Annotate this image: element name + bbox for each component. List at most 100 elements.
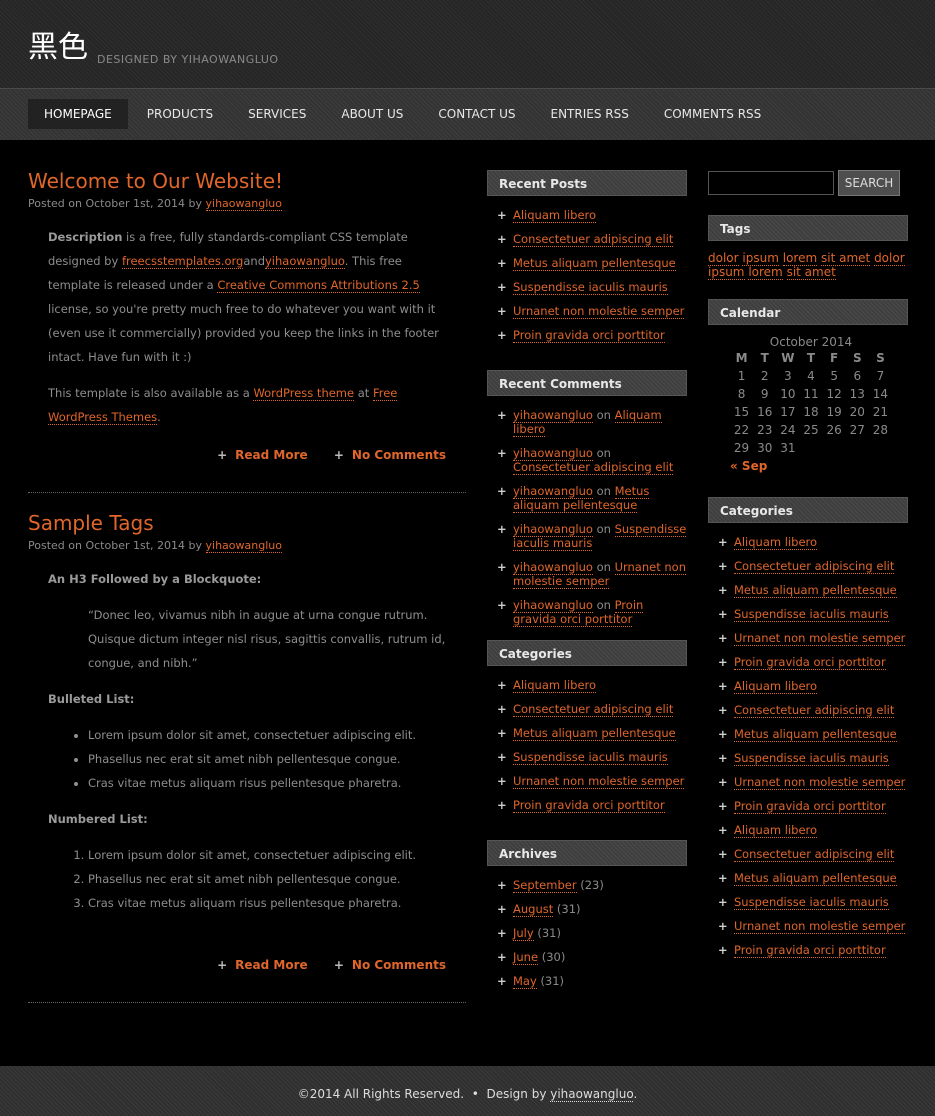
wordpress-theme-link[interactable]: WordPress theme bbox=[253, 386, 355, 401]
recent-post-link[interactable]: Aliquam libero bbox=[513, 208, 597, 223]
menu-item-services[interactable]: SERVICES bbox=[230, 99, 322, 129]
category-link[interactable]: Urnanet non molestie semper bbox=[734, 631, 906, 646]
calendar-day: 5 bbox=[830, 369, 838, 383]
category-link[interactable]: Urnanet non molestie semper bbox=[734, 919, 906, 934]
list-item: Lorem ipsum dolor sit amet, consectetuer… bbox=[88, 723, 446, 747]
tag-link[interactable]: ipsum bbox=[742, 251, 779, 266]
menu-item-contact-us[interactable]: CONTACT US bbox=[420, 99, 531, 129]
archive-link[interactable]: June bbox=[513, 950, 539, 965]
weekday-header: M bbox=[735, 351, 748, 365]
recent-post-link[interactable]: Urnanet non molestie semper bbox=[513, 304, 685, 319]
yihaowangluo-link[interactable]: yihaowangluo bbox=[265, 254, 345, 269]
categories-right-widget: Categories Aliquam libero Consectetuer a… bbox=[708, 497, 908, 967]
tag-link[interactable]: dolor bbox=[708, 251, 739, 266]
category-link[interactable]: Aliquam libero bbox=[734, 535, 818, 550]
comments-link[interactable]: No Comments bbox=[352, 958, 446, 972]
archive-link[interactable]: September bbox=[513, 878, 577, 893]
comment-author-link[interactable]: yihaowangluo bbox=[513, 408, 593, 423]
freecsstemplates-link[interactable]: freecsstemplates.org bbox=[121, 254, 244, 269]
category-link[interactable]: Metus aliquam pellentesque bbox=[734, 583, 897, 598]
menu-item-comments-rss[interactable]: COMMENTS RSS bbox=[646, 99, 777, 129]
post-title-link[interactable]: Sample Tags bbox=[28, 511, 154, 535]
search-input[interactable] bbox=[708, 171, 834, 195]
tag-link[interactable]: ipsum bbox=[708, 265, 745, 280]
category-link[interactable]: Aliquam libero bbox=[734, 823, 818, 838]
comment-post-link[interactable]: Consectetuer adipiscing elit bbox=[513, 460, 674, 475]
calendar-day bbox=[823, 439, 846, 457]
comment-author-link[interactable]: yihaowangluo bbox=[513, 446, 593, 461]
list-item: Metus aliquam pellentesque bbox=[718, 727, 908, 742]
recent-post-link[interactable]: Proin gravida orci porttitor bbox=[513, 328, 665, 343]
list-item: Urnanet non molestie semper bbox=[718, 631, 908, 646]
category-link[interactable]: Metus aliquam pellentesque bbox=[513, 726, 676, 741]
license-link[interactable]: Creative Commons Attributions 2.5 bbox=[217, 278, 420, 293]
calendar-day: 26 bbox=[826, 423, 842, 437]
category-link[interactable]: Suspendisse iaculis mauris bbox=[513, 750, 668, 765]
comment-author-link[interactable]: yihaowangluo bbox=[513, 598, 593, 613]
category-link[interactable]: Urnanet non molestie semper bbox=[734, 775, 906, 790]
category-link[interactable]: Consectetuer adipiscing elit bbox=[734, 847, 895, 862]
recent-post-link[interactable]: Metus aliquam pellentesque bbox=[513, 256, 676, 271]
list-item: Aliquam libero bbox=[718, 823, 908, 838]
author-link[interactable]: yihaowangluo bbox=[205, 197, 282, 211]
tag-link[interactable]: sit amet bbox=[786, 265, 836, 280]
previous-month-link[interactable]: « Sep bbox=[730, 459, 767, 473]
read-more-link[interactable]: Read More bbox=[235, 958, 308, 972]
archive-link[interactable]: July bbox=[513, 926, 534, 941]
category-link[interactable]: Aliquam libero bbox=[513, 678, 597, 693]
category-link[interactable]: Metus aliquam pellentesque bbox=[734, 871, 897, 886]
comment-author-link[interactable]: yihaowangluo bbox=[513, 522, 593, 537]
category-link[interactable]: Suspendisse iaculis mauris bbox=[734, 751, 889, 766]
site-title[interactable]: 黑色 bbox=[28, 30, 88, 66]
archive-count: (31) bbox=[556, 902, 581, 916]
list-item: yihaowangluo on Proin gravida orci portt… bbox=[497, 598, 687, 627]
read-more-link[interactable]: Read More bbox=[235, 448, 308, 462]
calendar-day bbox=[799, 439, 822, 457]
category-link[interactable]: Metus aliquam pellentesque bbox=[734, 727, 897, 742]
post-divider bbox=[28, 492, 466, 493]
category-link[interactable]: Aliquam libero bbox=[734, 679, 818, 694]
footer-bullet: • bbox=[471, 1087, 479, 1101]
list-item: Aliquam libero bbox=[497, 678, 687, 693]
list-item: yihaowangluo on Aliquam libero bbox=[497, 408, 687, 437]
archive-link[interactable]: August bbox=[513, 902, 554, 917]
tag-link[interactable]: dolor bbox=[874, 251, 905, 266]
archive-link[interactable]: May bbox=[513, 974, 537, 989]
post-title-link[interactable]: Welcome to Our Website! bbox=[28, 169, 283, 193]
calendar-day: 25 bbox=[803, 423, 819, 437]
author-link[interactable]: yihaowangluo bbox=[205, 539, 282, 553]
designer-link[interactable]: yihaowangluo bbox=[550, 1087, 634, 1102]
menu-item-entries-rss[interactable]: ENTRIES RSS bbox=[533, 99, 645, 129]
on-text: on bbox=[596, 484, 611, 498]
menu-item-about-us[interactable]: ABOUT US bbox=[323, 99, 419, 129]
comments-link[interactable]: No Comments bbox=[352, 448, 446, 462]
paragraph-text: . bbox=[157, 410, 161, 424]
list-item: Aliquam libero bbox=[718, 679, 908, 694]
calendar-day: 20 bbox=[849, 405, 865, 419]
tag-link[interactable]: lorem bbox=[748, 265, 783, 280]
category-link[interactable]: Proin gravida orci porttitor bbox=[513, 798, 665, 813]
search-button[interactable]: SEARCH bbox=[838, 170, 900, 196]
recent-post-link[interactable]: Consectetuer adipiscing elit bbox=[513, 232, 674, 247]
calendar-day: 27 bbox=[849, 423, 865, 437]
category-link[interactable]: Proin gravida orci porttitor bbox=[734, 655, 886, 670]
tag-link[interactable]: sit amet bbox=[820, 251, 871, 266]
tag-link[interactable]: lorem bbox=[782, 251, 818, 266]
comment-author-link[interactable]: yihaowangluo bbox=[513, 560, 593, 575]
menu-item-homepage[interactable]: HOMEPAGE bbox=[28, 99, 128, 129]
comment-author-link[interactable]: yihaowangluo bbox=[513, 484, 593, 499]
category-link[interactable]: Suspendisse iaculis mauris bbox=[734, 607, 889, 622]
category-link[interactable]: Proin gravida orci porttitor bbox=[734, 799, 886, 814]
post-entry: Description is a free, fully standards-c… bbox=[28, 213, 466, 429]
calendar-day: 8 bbox=[737, 387, 746, 401]
category-link[interactable]: Consectetuer adipiscing elit bbox=[734, 559, 895, 574]
recent-post-link[interactable]: Suspendisse iaculis mauris bbox=[513, 280, 668, 295]
main-content: Welcome to Our Website! Posted on Octobe… bbox=[28, 165, 466, 1003]
category-link[interactable]: Consectetuer adipiscing elit bbox=[513, 702, 674, 717]
category-link[interactable]: Consectetuer adipiscing elit bbox=[734, 703, 895, 718]
category-link[interactable]: Suspendisse iaculis mauris bbox=[734, 895, 889, 910]
calendar-day: 10 bbox=[780, 387, 796, 401]
category-link[interactable]: Urnanet non molestie semper bbox=[513, 774, 685, 789]
category-link[interactable]: Proin gravida orci porttitor bbox=[734, 943, 886, 958]
menu-item-products[interactable]: PRODUCTS bbox=[129, 99, 229, 129]
